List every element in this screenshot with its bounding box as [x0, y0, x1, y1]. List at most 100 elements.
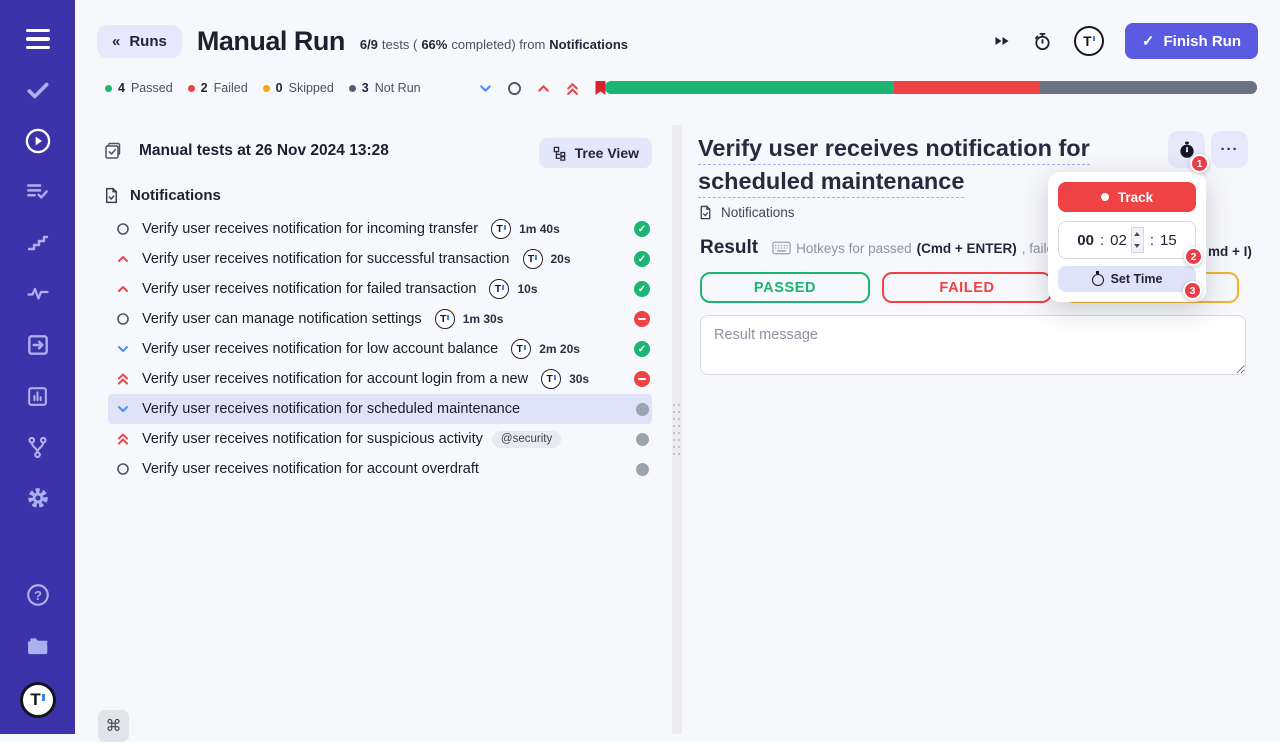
drag-grip-icon — [672, 403, 682, 456]
branch-icon[interactable] — [22, 432, 54, 462]
time-input[interactable]: 00 : 02 : 15 — [1058, 221, 1196, 259]
command-key-icon: ⌘ — [105, 718, 122, 735]
set-time-button[interactable]: Set Time — [1058, 266, 1196, 292]
failed-button[interactable]: FAILED — [882, 272, 1052, 303]
run-tests-panel: Manual tests at 26 Nov 2024 13:28 Tree V… — [75, 125, 672, 742]
progress-seg-failed — [894, 81, 1040, 94]
retry-timer-icon[interactable] — [1032, 31, 1053, 52]
test-title: Verify user receives notification for lo… — [142, 341, 499, 357]
test-tag: @security — [491, 430, 562, 448]
track-button[interactable]: Track — [1058, 182, 1196, 212]
tree-view-icon — [552, 146, 567, 161]
notrun-count: 3 Not Run — [348, 81, 421, 95]
result-heading: Result — [700, 237, 759, 258]
ellipsis-icon: ··· — [1220, 141, 1239, 158]
panel-resize-handle[interactable] — [672, 125, 682, 734]
test-detail-panel: Verify user receives notification for sc… — [682, 125, 1280, 734]
testomat-timer-icon: T — [522, 249, 543, 269]
import-icon[interactable] — [22, 330, 54, 360]
skipped-dot-icon — [262, 84, 270, 92]
priority-icon — [116, 462, 130, 476]
minutes-field[interactable]: 02 — [1110, 232, 1127, 249]
content: Manual tests at 26 Nov 2024 13:28 Tree V… — [75, 125, 1280, 742]
help-icon[interactable]: ? — [22, 580, 54, 610]
time-separator: : — [1099, 231, 1105, 249]
test-row[interactable]: Verify user receives notification for fa… — [108, 274, 652, 304]
test-row[interactable]: Verify user receives notification for sc… — [108, 394, 652, 424]
command-key-badge[interactable]: ⌘ — [98, 710, 129, 742]
result-message-input[interactable] — [700, 315, 1246, 375]
fast-forward-icon[interactable] — [993, 33, 1011, 49]
test-timer: T 1m 30s — [434, 309, 504, 329]
tree-view-button[interactable]: Tree View — [538, 138, 652, 168]
list-check-icon[interactable] — [22, 177, 54, 207]
failed-count: 2 Failed — [187, 81, 248, 95]
run-progress-bar — [605, 81, 1257, 94]
back-button-label: Runs — [129, 32, 167, 50]
test-duration: 20s — [550, 252, 571, 266]
run-checklist-icon — [103, 141, 123, 161]
run-title: Manual tests at 26 Nov 2024 13:28 — [139, 142, 389, 159]
pulse-icon[interactable] — [22, 279, 54, 309]
sidebar: ? T — [0, 0, 75, 734]
circle-filter-icon[interactable] — [507, 81, 522, 96]
timer-popup: Track 00 : 02 : 15 Set Time — [1048, 172, 1206, 302]
hours-field[interactable]: 00 — [1077, 232, 1094, 249]
test-row[interactable]: Verify user receives notification for lo… — [108, 334, 652, 364]
tutorial-step-badge-2: 2 — [1184, 247, 1203, 266]
test-row[interactable]: Verify user receives notification for in… — [108, 214, 652, 244]
stepper-down-icon[interactable] — [1134, 244, 1141, 248]
passed-button[interactable]: PASSED — [700, 272, 870, 303]
steps-icon[interactable] — [22, 228, 54, 258]
test-status-icon — [634, 281, 650, 297]
finish-run-button[interactable]: ✓ Finish Run — [1124, 23, 1258, 59]
test-row[interactable]: Verify user receives notification for su… — [108, 244, 652, 274]
test-row[interactable]: Verify user receives notification for su… — [108, 424, 652, 454]
priority-icon — [116, 222, 130, 236]
more-menu-button[interactable]: ··· — [1211, 131, 1248, 168]
test-timer: T 20s — [522, 249, 571, 269]
test-timer: T 30s — [541, 369, 589, 389]
hamburger-menu-icon[interactable] — [22, 24, 54, 54]
priority-icon — [116, 282, 130, 296]
test-row[interactable]: Verify user receives notification for ac… — [108, 364, 652, 394]
testomat-timer-icon: T — [511, 339, 532, 359]
test-title: Verify user receives notification for fa… — [142, 281, 477, 297]
analytics-icon[interactable] — [22, 381, 54, 411]
test-title: Verify user receives notification for su… — [142, 251, 510, 267]
test-duration: 2m 20s — [539, 342, 580, 356]
test-row[interactable]: Verify user receives notification for ac… — [108, 454, 652, 484]
test-status-icon — [634, 371, 650, 387]
chevron-up-filter-icon[interactable] — [536, 81, 551, 96]
breadcrumb[interactable]: Notifications — [698, 205, 795, 220]
page-title: Manual Run — [196, 25, 346, 56]
test-status-icon — [636, 432, 649, 446]
result-header-row: Result Hotkeys for passed (Cmd + ENTER) … — [700, 237, 1062, 259]
breadcrumb-label: Notifications — [721, 205, 795, 220]
double-chevron-up-filter-icon[interactable] — [565, 81, 580, 96]
back-to-runs-button[interactable]: « Runs — [97, 24, 182, 58]
test-status-icon — [634, 341, 650, 357]
chevron-down-filter-icon[interactable] — [478, 81, 493, 96]
check-icon[interactable] — [22, 75, 54, 105]
hotkeys-hint-fragment: md + I) — [1208, 244, 1252, 259]
test-timer: T 2m 20s — [511, 339, 580, 359]
settings-gear-icon[interactable] — [22, 483, 54, 513]
folder-icon[interactable] — [22, 631, 54, 661]
stepper-up-icon[interactable] — [1134, 232, 1141, 236]
minutes-stepper[interactable] — [1130, 227, 1144, 253]
seconds-field[interactable]: 15 — [1160, 232, 1177, 249]
test-duration: 30s — [569, 372, 590, 386]
priority-icon — [116, 402, 130, 416]
breadcrumb-document-icon — [698, 205, 713, 220]
test-duration: 1m 30s — [462, 312, 504, 326]
record-dot-icon — [1100, 193, 1109, 201]
suite-row[interactable]: Notifications — [103, 187, 221, 204]
testomat-logo[interactable]: T — [19, 682, 56, 718]
testomat-timer-icon: T — [491, 219, 512, 239]
run-header: Manual tests at 26 Nov 2024 13:28 — [103, 141, 389, 161]
svg-text:?: ? — [34, 588, 42, 603]
test-row[interactable]: Verify user can manage notification sett… — [108, 304, 652, 334]
test-title: Verify user receives notification for in… — [142, 221, 479, 237]
play-circle-icon[interactable] — [22, 126, 54, 156]
